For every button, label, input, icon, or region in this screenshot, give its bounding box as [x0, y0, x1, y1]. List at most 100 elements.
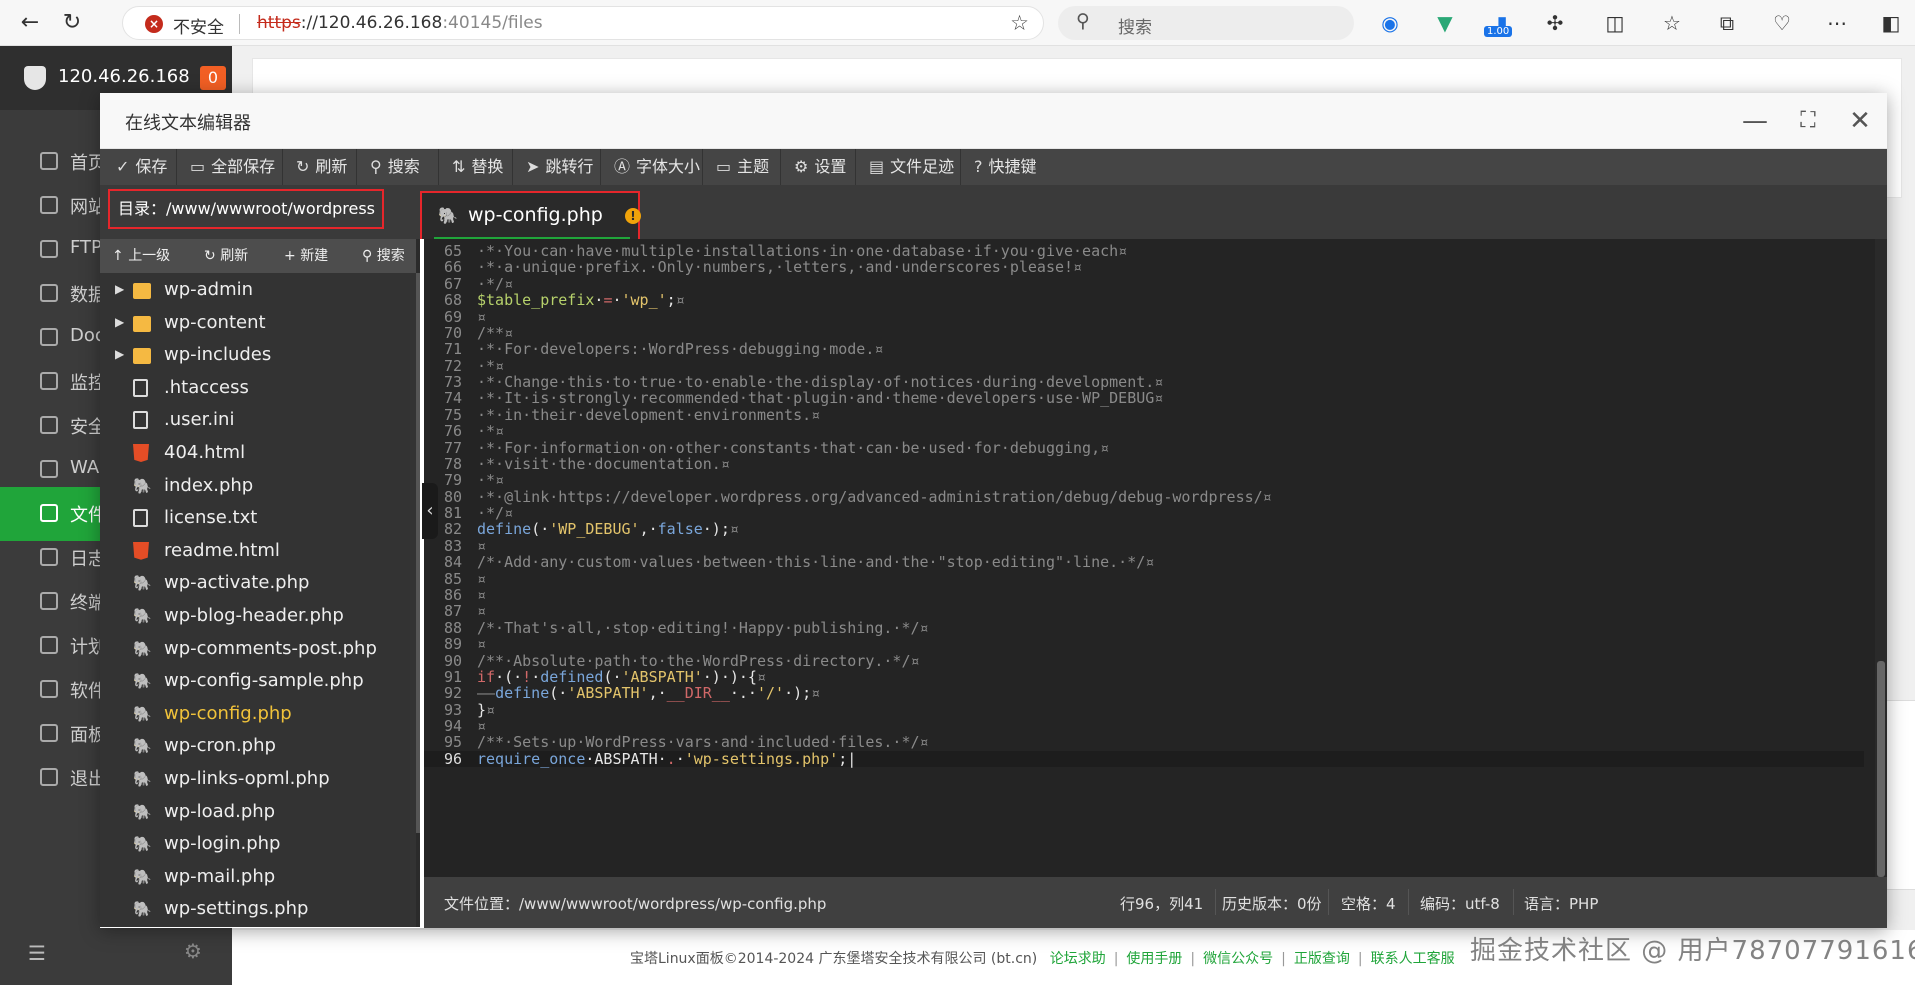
code-token: ¤: [477, 307, 487, 326]
status-indent[interactable]: 空格：4: [1341, 893, 1396, 914]
toolbar-refresh-button[interactable]: ↻ 刷新: [296, 149, 347, 185]
address-bar[interactable]: × 不安全 https://120.46.26.168:40145/files …: [122, 6, 1044, 40]
footer-link[interactable]: 联系人工客服: [1371, 951, 1455, 967]
translate-icon[interactable]: ◉: [1375, 8, 1405, 38]
favorite-star-icon[interactable]: ☆: [1010, 11, 1029, 35]
expand-arrow-icon[interactable]: ▶: [115, 315, 124, 329]
code-line: 68 $table_prefix·=·'wp_';¤: [424, 291, 1864, 310]
line-number: 85: [443, 569, 462, 588]
browser-search-box[interactable]: ⚲ 搜索: [1058, 6, 1354, 40]
html5-icon: [133, 541, 149, 560]
settings-gear-icon[interactable]: ⚙: [184, 939, 202, 963]
sidebar-toggle-icon[interactable]: ◧: [1876, 8, 1906, 38]
code-token: $table_prefix: [477, 291, 595, 310]
file-icon: [133, 378, 148, 397]
collapse-menu-icon[interactable]: ☰: [28, 941, 46, 965]
footer-link[interactable]: 微信公众号: [1203, 951, 1273, 967]
code-token: ¤: [477, 602, 487, 621]
code-scrollbar[interactable]: [1875, 239, 1887, 877]
toolbar-replace-button[interactable]: ⇅ 替换: [452, 149, 503, 185]
close-icon[interactable]: ✕: [1842, 103, 1878, 139]
file-item[interactable]: 404.html: [100, 438, 416, 471]
line-number: 86: [443, 585, 462, 604]
code-token: ·(·: [495, 667, 523, 686]
toolbar-history-button[interactable]: ▤ 文件足迹: [869, 149, 954, 185]
file-item[interactable]: 🐘 wp-links-opml.php: [100, 764, 416, 797]
toolbar-search-button[interactable]: ⚲ 搜索: [370, 149, 420, 185]
line-number: 95: [443, 733, 462, 752]
toolbar-help-button[interactable]: ? 快捷键: [974, 149, 1037, 185]
toolbar-divider: [512, 149, 513, 185]
footer-link[interactable]: 使用手册: [1126, 951, 1182, 967]
tree-search-button[interactable]: ⚲ 搜索: [362, 239, 405, 273]
toolbar-gear-button[interactable]: ⚙ 设置: [794, 149, 846, 185]
tree-plus-button[interactable]: + 新建: [284, 239, 328, 273]
server-ip: 120.46.26.168: [58, 66, 190, 87]
expand-arrow-icon[interactable]: ▶: [115, 347, 124, 361]
footer-link[interactable]: 正版查询: [1294, 951, 1350, 967]
collapse-tree-handle[interactable]: ‹: [422, 483, 438, 539]
line-number: 90: [443, 651, 462, 670]
file-name: license.txt: [164, 507, 258, 529]
back-icon[interactable]: ←: [14, 7, 46, 39]
split-screen-icon[interactable]: ◫: [1600, 8, 1630, 38]
expand-arrow-icon[interactable]: ▶: [115, 282, 124, 296]
toolbar-save-button[interactable]: ✓ 保存: [116, 149, 167, 185]
status-encoding[interactable]: 编码：utf-8: [1420, 893, 1500, 914]
file-item[interactable]: 🐘 wp-settings.php: [100, 894, 416, 927]
code-line: 76 ·*¤: [424, 423, 1864, 440]
more-icon[interactable]: ⋯: [1822, 8, 1852, 38]
extensions-icon[interactable]: ✣: [1540, 8, 1570, 38]
file-item[interactable]: 🐘 wp-mail.php: [100, 862, 416, 895]
status-cursor-position[interactable]: 行96，列41: [1120, 893, 1203, 914]
file-tree-scrollbar[interactable]: [416, 239, 420, 927]
collections-icon[interactable]: ⧉: [1712, 8, 1742, 38]
file-item[interactable]: 🐘 wp-login.php: [100, 829, 416, 862]
vue-devtools-icon[interactable]: ▼: [1430, 8, 1460, 38]
performance-icon[interactable]: ♡: [1767, 8, 1797, 38]
file-item[interactable]: 🐘 wp-config.php: [100, 699, 416, 732]
file-name: wp-cron.php: [164, 735, 276, 757]
toolbar-goto-line-button[interactable]: ➤ 跳转行: [526, 149, 593, 185]
code-line: 80 ·*·@link·https://developer.wordpress.o…: [424, 488, 1864, 505]
file-item[interactable]: 🐘 wp-load.php: [100, 797, 416, 830]
folder-item[interactable]: ▶ wp-includes: [100, 340, 416, 373]
code-line: 91 if·(·!·defined(·'ABSPATH'·)·)·{¤: [424, 667, 1864, 686]
toolbar-font-size-button[interactable]: Ⓐ 字体大小: [614, 149, 700, 185]
favorites-icon[interactable]: ☆: [1657, 8, 1687, 38]
toolbar-save-all-button[interactable]: ▭ 全部保存: [190, 149, 275, 185]
maximize-icon[interactable]: ⛶: [1790, 103, 1826, 139]
notification-badge[interactable]: 0: [200, 66, 226, 90]
status-history[interactable]: 历史版本：0份: [1222, 893, 1322, 914]
file-item[interactable]: 🐘 wp-blog-header.php: [100, 601, 416, 634]
file-item[interactable]: 🐘 wp-config-sample.php: [100, 666, 416, 699]
file-name: wp-admin: [164, 279, 254, 300]
minimize-icon[interactable]: —: [1737, 103, 1773, 139]
status-language[interactable]: 语言：PHP: [1524, 893, 1598, 914]
line-number: 75: [443, 405, 462, 424]
tree-up-arrow-button[interactable]: ↑ 上一级: [112, 239, 170, 273]
folder-item[interactable]: ▶ wp-content: [100, 308, 416, 341]
file-item[interactable]: 🐘 wp-activate.php: [100, 568, 416, 601]
file-item[interactable]: license.txt: [100, 503, 416, 536]
footer-link[interactable]: 论坛求助: [1050, 951, 1106, 967]
folder-item[interactable]: ▶ wp-admin: [100, 275, 416, 308]
tab-label: wp-config.php: [468, 204, 603, 226]
code-editor[interactable]: 65 ·*·You·can·have·multiple·installations…: [424, 239, 1875, 877]
file-item[interactable]: readme.html: [100, 536, 416, 569]
code-token: defined: [540, 667, 604, 686]
file-item[interactable]: .htaccess: [100, 373, 416, 406]
file-item[interactable]: 🐘 wp-comments-post.php: [100, 634, 416, 667]
code-token: ·: [675, 749, 685, 768]
file-item[interactable]: 🐘 wp-cron.php: [100, 731, 416, 764]
line-number: 67: [443, 274, 462, 293]
tree-refresh-button[interactable]: ↻ 刷新: [204, 239, 248, 273]
file-item[interactable]: 🐘 index.php: [100, 471, 416, 504]
file-name: wp-content: [164, 311, 266, 333]
file-item[interactable]: .user.ini: [100, 405, 416, 438]
file-name: .user.ini: [164, 409, 235, 431]
code-token: ·);: [702, 520, 730, 539]
reload-icon[interactable]: ↻: [56, 7, 88, 39]
toolbar-theme-button[interactable]: ▭ 主题: [716, 149, 769, 185]
tab-wp-config[interactable]: 🐘 wp-config.php !: [420, 191, 641, 239]
